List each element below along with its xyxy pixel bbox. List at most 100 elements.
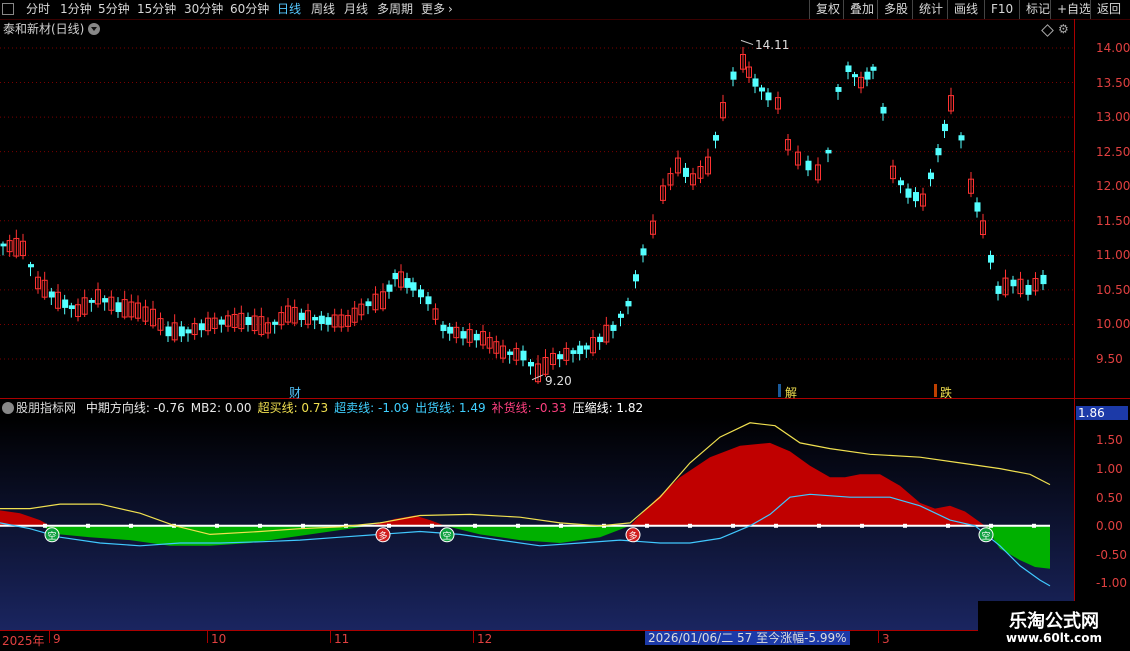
title-dropdown-icon[interactable] [88, 23, 100, 35]
indicator-current-value: 1.86 [1076, 406, 1128, 420]
date-tick [330, 631, 331, 643]
candle [583, 345, 590, 350]
low-price-label: 9.20 [545, 374, 572, 388]
svg-text:多: 多 [378, 530, 387, 542]
price-axis-label: 11.50 [1096, 214, 1130, 228]
tab-daily[interactable]: 日线 [277, 2, 301, 17]
date-tick [473, 631, 474, 643]
candle [62, 299, 69, 308]
menu-icon[interactable] [2, 3, 14, 15]
tab-60min[interactable]: 60分钟 [230, 2, 269, 17]
zero-marker [430, 523, 434, 528]
stats-button[interactable]: 统计 [912, 0, 949, 19]
candle [440, 324, 447, 332]
legend-mb2: MB2: 0.00 [190, 401, 252, 415]
candle [625, 301, 632, 307]
candle [1040, 274, 1047, 285]
candle [447, 326, 454, 334]
tab-fenshi[interactable]: 分时 [26, 2, 50, 17]
long-signal-badge: 多 [625, 527, 641, 543]
panel-separator [0, 398, 1130, 399]
diamond-icon[interactable] [1041, 24, 1054, 37]
candle [528, 361, 534, 367]
drop-marker[interactable]: 跌 [940, 384, 952, 401]
zero-marker [301, 523, 305, 528]
date-label: 3 [882, 632, 890, 646]
candle [825, 149, 832, 154]
candle [752, 78, 759, 87]
legend-compress-line: 压缩线: 1.82 [572, 401, 644, 415]
indicator-legend: 股朋指标网 中期方向线: -0.76 MB2: 0.00 超买线: 0.73 超卖线:… [0, 400, 649, 416]
short-signal-badge: 空 [44, 527, 60, 543]
price-axis-label: 13.50 [1096, 76, 1130, 90]
tab-15min[interactable]: 15分钟 [137, 2, 176, 17]
candle [102, 298, 109, 303]
overlay-button[interactable]: 叠加 [843, 0, 880, 19]
tab-5min[interactable]: 5分钟 [98, 2, 130, 17]
candle [633, 274, 639, 282]
multi-stock-button[interactable]: 多股 [877, 0, 914, 19]
high-price-label: 14.11 [755, 38, 790, 52]
short-signal-badge: 空 [978, 527, 994, 543]
tab-weekly[interactable]: 周线 [311, 2, 335, 17]
candle [765, 92, 772, 101]
candle [418, 289, 424, 298]
tab-multi-period[interactable]: 多周期 [377, 2, 413, 17]
indicator-axis-label: 1.00 [1096, 462, 1123, 476]
price-chart[interactable] [0, 39, 1074, 398]
indicator-axis-label: 0.00 [1096, 519, 1123, 533]
zero-marker [688, 523, 692, 528]
zero-marker [516, 523, 520, 528]
more-chevron-icon[interactable]: › [448, 2, 453, 17]
zero-marker [43, 523, 47, 528]
candle [272, 321, 279, 325]
tab-monthly[interactable]: 月线 [344, 2, 368, 17]
indicator-chart[interactable]: 空多空多空 [0, 417, 1074, 630]
zero-marker [258, 523, 262, 528]
candle [713, 135, 719, 141]
stock-title: 泰和新材(日线) [3, 22, 85, 36]
candle [425, 296, 432, 305]
indicator-axis-label: -1.00 [1096, 576, 1128, 590]
legend-buy-line: 补货线: -0.33 [491, 401, 567, 415]
legend-oversold: 超卖线: -1.09 [334, 401, 410, 415]
candle [835, 87, 842, 92]
draw-line-button[interactable]: 画线 [947, 0, 984, 19]
candle [1025, 284, 1032, 295]
candle [198, 323, 205, 331]
candle [365, 301, 372, 307]
candle [460, 331, 467, 339]
watermark-url: www.60lt.com [1005, 631, 1103, 645]
indicator-dropdown-icon[interactable] [2, 402, 14, 414]
marker-flag [778, 384, 781, 397]
zero-marker [129, 523, 133, 528]
svg-text:空: 空 [442, 530, 451, 542]
high-pointer [740, 39, 754, 46]
back-button[interactable]: 返回 [1090, 0, 1127, 19]
candle [610, 324, 617, 331]
svg-text:多: 多 [628, 530, 637, 542]
candle [995, 285, 1002, 294]
fuquan-button[interactable]: 复权 [809, 0, 846, 19]
price-axis-label: 14.00 [1096, 41, 1130, 55]
f10-button[interactable]: F10 [984, 0, 1019, 19]
candle [28, 264, 34, 268]
gear-icon[interactable]: ⚙ [1058, 22, 1069, 36]
candle [730, 71, 737, 80]
unlock-marker[interactable]: 解 [785, 384, 797, 401]
financial-marker[interactable]: 财 [289, 384, 301, 401]
candle [852, 74, 858, 78]
tab-more[interactable]: 更多 [421, 2, 445, 17]
candle [928, 172, 934, 180]
candle [759, 87, 765, 92]
candle [935, 148, 942, 156]
zero-marker [989, 523, 993, 528]
date-tick [207, 631, 208, 643]
toolbar: 分时 1分钟 5分钟 15分钟 30分钟 60分钟 日线 周线 月线 多周期 更… [0, 0, 1130, 20]
tab-1min[interactable]: 1分钟 [60, 2, 92, 17]
tab-30min[interactable]: 30分钟 [184, 2, 223, 17]
candle [298, 312, 305, 321]
watermark: 乐淘公式网 www.60lt.com [978, 601, 1130, 650]
candle [0, 243, 7, 247]
zero-marker [1032, 523, 1036, 528]
